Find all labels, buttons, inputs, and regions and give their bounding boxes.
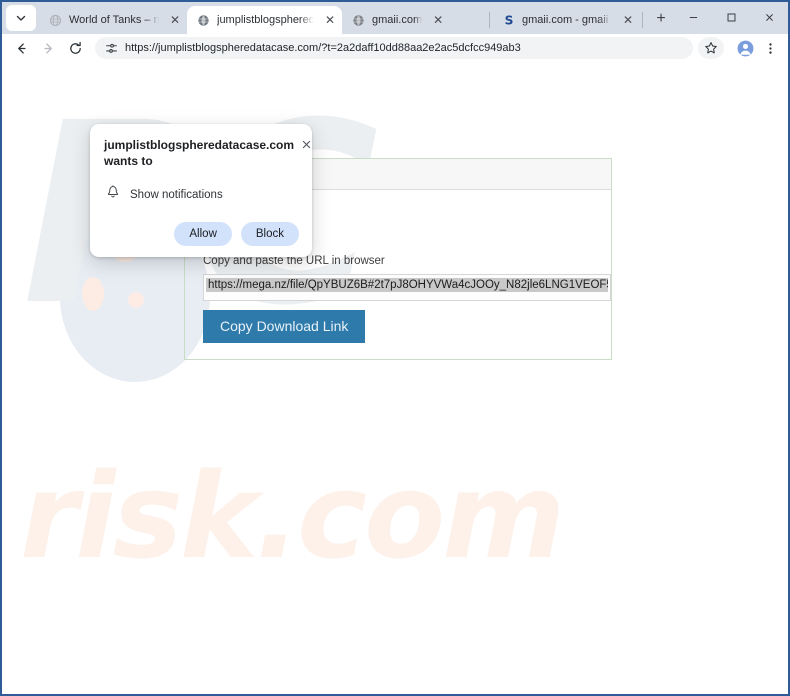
globe-icon bbox=[196, 13, 211, 28]
s-letter-icon: S bbox=[501, 13, 516, 28]
permission-dialog-actions: Allow Block bbox=[104, 222, 299, 247]
tab-jumplistblogspheredatacase[interactable]: jumplistblogspheredatacas ✕ bbox=[187, 6, 342, 34]
tab-close-icon[interactable]: ✕ bbox=[167, 12, 183, 28]
copy-download-link-button[interactable]: Copy Download Link bbox=[203, 310, 366, 344]
minimize-button[interactable] bbox=[674, 2, 712, 32]
download-url-field[interactable]: https://mega.nz/file/QpYBUZ6B#2t7pJ8OHYV… bbox=[203, 274, 611, 302]
close-icon[interactable] bbox=[298, 136, 314, 152]
svg-text:S: S bbox=[504, 13, 513, 27]
tab-gmaii-com[interactable]: gmaii.com ✕ bbox=[342, 6, 487, 34]
permission-option-row: Show notifications bbox=[104, 185, 299, 205]
browser-toolbar: https://jumplistblogspheredatacase.com/?… bbox=[2, 34, 788, 62]
permission-option-label: Show notifications bbox=[130, 189, 223, 202]
notification-permission-dialog: jumplistblogspheredatacase.com wants to … bbox=[90, 124, 312, 258]
chevron-down-icon bbox=[15, 12, 27, 24]
back-button[interactable] bbox=[8, 36, 34, 60]
tab-close-icon[interactable]: ✕ bbox=[430, 12, 446, 28]
browser-window: World of Tanks – nemokam ✕ jumplistblogs… bbox=[0, 0, 790, 696]
new-tab-button[interactable]: + bbox=[648, 6, 674, 32]
permission-dialog-title: jumplistblogspheredatacase.com wants to bbox=[104, 138, 295, 169]
bell-icon bbox=[106, 185, 120, 205]
permission-dialog-header: jumplistblogspheredatacase.com wants to bbox=[104, 137, 310, 169]
tab-close-icon[interactable]: ✕ bbox=[322, 12, 338, 28]
watermark-domain-text: risk.com bbox=[20, 447, 565, 585]
forward-button[interactable] bbox=[35, 36, 61, 60]
block-button[interactable]: Block bbox=[240, 222, 299, 247]
tab-close-icon[interactable]: ✕ bbox=[620, 12, 636, 28]
tab-strip: World of Tanks – nemokam ✕ jumplistblogs… bbox=[2, 2, 788, 34]
tab-title: gmaii.com - gmaii Resourc bbox=[522, 14, 612, 26]
tab-title: gmaii.com bbox=[372, 14, 423, 26]
tab-world-of-tanks[interactable]: World of Tanks – nemokam ✕ bbox=[39, 6, 187, 34]
tab-separator bbox=[489, 12, 490, 28]
reload-button[interactable] bbox=[62, 36, 88, 60]
tab-search-button[interactable] bbox=[6, 5, 36, 31]
tab-title: jumplistblogspheredatacas bbox=[217, 14, 314, 26]
address-bar-url: https://jumplistblogspheredatacase.com/?… bbox=[125, 42, 521, 54]
profile-avatar[interactable] bbox=[733, 36, 757, 60]
watermark-dot bbox=[82, 277, 104, 311]
maximize-button[interactable] bbox=[712, 2, 750, 32]
bookmark-button[interactable] bbox=[698, 37, 724, 59]
download-url-value: https://mega.nz/file/QpYBUZ6B#2t7pJ8OHYV… bbox=[206, 278, 608, 293]
globe-icon bbox=[48, 13, 63, 28]
tab-title: World of Tanks – nemokam bbox=[69, 14, 159, 26]
watermark-dot bbox=[128, 292, 144, 308]
tab-separator bbox=[642, 12, 643, 28]
close-window-button[interactable] bbox=[750, 2, 788, 32]
three-dots-menu-button[interactable] bbox=[758, 36, 782, 60]
tune-icon[interactable] bbox=[104, 41, 118, 55]
window-controls bbox=[674, 2, 788, 34]
globe-icon bbox=[351, 13, 366, 28]
page-viewport: PC risk.com y... s: 2025 Copy and paste … bbox=[2, 62, 788, 694]
allow-button[interactable]: Allow bbox=[174, 222, 232, 247]
tab-gmaii-resource[interactable]: S gmaii.com - gmaii Resourc ✕ bbox=[492, 6, 640, 34]
address-bar[interactable]: https://jumplistblogspheredatacase.com/?… bbox=[95, 37, 693, 59]
